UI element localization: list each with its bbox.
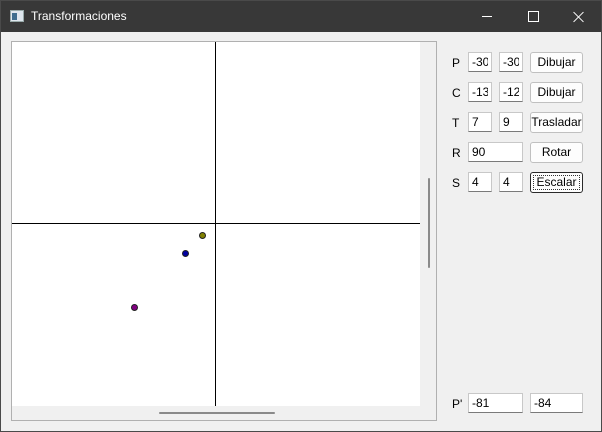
p-x-field[interactable]	[468, 52, 492, 72]
minimize-button[interactable]	[464, 1, 510, 32]
s-x-field[interactable]	[468, 172, 492, 192]
close-icon	[573, 11, 585, 23]
olive-point	[199, 232, 206, 239]
p-y-field[interactable]	[499, 52, 523, 72]
p-prime-label: P'	[452, 397, 463, 411]
app-window-icon	[10, 10, 24, 22]
r-label: R	[452, 146, 461, 160]
c-x-field[interactable]	[468, 82, 492, 102]
rotate-button[interactable]: Rotar	[530, 142, 583, 163]
t-x-field[interactable]	[468, 112, 492, 132]
title-bar[interactable]: Transformaciones	[1, 1, 601, 32]
blue-point	[182, 250, 189, 257]
scale-button[interactable]: Escalar	[530, 172, 583, 193]
p-prime-y-field[interactable]	[530, 393, 583, 413]
minimize-icon	[482, 16, 492, 17]
c-y-field[interactable]	[499, 82, 523, 102]
maximize-icon	[527, 11, 539, 22]
translate-button[interactable]: Trasladar	[530, 112, 583, 133]
t-y-field[interactable]	[499, 112, 523, 132]
app-window: Transformaciones P Dibujar C Dibujar T T…	[0, 0, 602, 432]
drawing-area	[11, 41, 437, 421]
window-title: Transformaciones	[31, 9, 127, 23]
draw-c-button[interactable]: Dibujar	[530, 82, 583, 103]
horizontal-scrollbar[interactable]	[159, 412, 275, 414]
r-angle-field[interactable]	[468, 142, 523, 162]
maximize-button[interactable]	[510, 1, 556, 32]
s-label: S	[452, 176, 461, 190]
p-prime-x-field[interactable]	[468, 393, 523, 413]
close-button[interactable]	[556, 1, 602, 32]
vertical-scrollbar[interactable]	[428, 178, 430, 268]
c-label: C	[452, 86, 461, 100]
s-y-field[interactable]	[499, 172, 523, 192]
purple-point	[131, 304, 138, 311]
drawing-canvas[interactable]	[12, 42, 420, 406]
p-label: P	[452, 56, 461, 70]
y-axis	[215, 42, 216, 406]
t-label: T	[452, 116, 460, 130]
x-axis	[12, 223, 420, 224]
draw-p-button[interactable]: Dibujar	[530, 52, 583, 73]
